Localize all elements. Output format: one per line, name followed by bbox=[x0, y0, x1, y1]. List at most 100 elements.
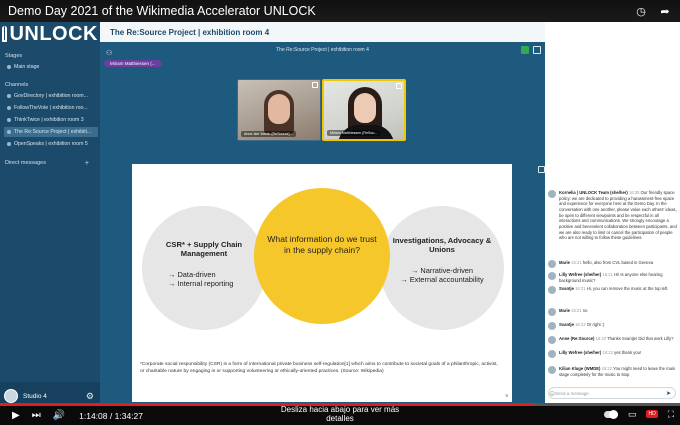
expand-icon[interactable] bbox=[312, 82, 318, 88]
slide-right-points: → Narrative-driven → External accountabi… bbox=[400, 266, 484, 285]
sidebar-item-govdirectory[interactable]: GovDirectory | exhibition room... bbox=[4, 91, 98, 101]
send-icon[interactable]: ➤ bbox=[666, 390, 671, 397]
chat-author[interactable]: Lilly Wefree (she/her) bbox=[559, 350, 601, 355]
sidebar-item-openspeaks[interactable]: OpenSpeaks | exhibition room 5 bbox=[4, 139, 98, 149]
dm-header-label: Direct messages bbox=[5, 160, 46, 166]
chat-message-input[interactable]: ☺ Send a message ➤ bbox=[548, 387, 676, 399]
avatar[interactable] bbox=[548, 260, 556, 268]
fullscreen-icon[interactable] bbox=[538, 166, 545, 173]
chat-author[interactable]: Svantje bbox=[559, 286, 574, 291]
avatar[interactable] bbox=[548, 336, 556, 344]
camera-tile[interactable]: Anne-Iser Maniu (ReSource)... bbox=[237, 79, 321, 141]
avatar[interactable] bbox=[548, 350, 556, 358]
chat-text: Thanks Svantje! Did that work Lilly? bbox=[607, 336, 674, 341]
expand-icon[interactable] bbox=[533, 46, 541, 54]
avatar[interactable] bbox=[548, 366, 556, 374]
emoji-icon[interactable]: ☺ bbox=[548, 389, 556, 398]
avatar[interactable] bbox=[548, 308, 556, 316]
camera-tile-active[interactable]: Miriam Matthiessen (ReSou... bbox=[322, 79, 406, 141]
sidebar-item-thinktwice[interactable]: ThinkTwice | exhibition room 3 bbox=[4, 115, 98, 125]
channel-icon bbox=[7, 94, 11, 98]
chat-text: Or right :) bbox=[586, 322, 605, 327]
signal-icon[interactable] bbox=[521, 46, 529, 54]
slide-left-title: CSR* + Supply Chain Management bbox=[165, 240, 243, 259]
chat-panel: Kornelia | UNLOCK Team (she/her) 16:35 O… bbox=[545, 22, 680, 410]
logo-text: UNLOCK bbox=[9, 22, 98, 45]
chat-message-body: Marie 16:21 hello, also from CVL based i… bbox=[559, 260, 678, 268]
dm-header: Direct messages + bbox=[5, 160, 95, 167]
chat-author[interactable]: Svantje bbox=[559, 322, 574, 327]
slide-circle-center: What information do we trust in the supp… bbox=[254, 188, 390, 324]
chat-message: Kornelia | UNLOCK Team (she/her) 16:35 O… bbox=[548, 190, 678, 241]
avatar[interactable] bbox=[548, 286, 556, 294]
chat-message-body: Svantje 16:22 Or right :) bbox=[559, 322, 678, 330]
sidebar-item-label: ThinkTwice | exhibition room 3 bbox=[14, 117, 84, 123]
gear-icon[interactable]: ⚙ bbox=[86, 391, 94, 402]
chat-message-body: Svantje 16:21 Hi, you can remove the mus… bbox=[559, 286, 678, 294]
chat-timestamp: 16:22 bbox=[602, 350, 613, 355]
chat-timestamp: 16:22 bbox=[595, 336, 607, 341]
chat-author[interactable]: Marie bbox=[559, 260, 570, 265]
next-icon[interactable]: ⏭ bbox=[32, 410, 41, 421]
slide-footnote: *Corporate social responsibility (CSR) i… bbox=[140, 362, 498, 374]
avatar[interactable] bbox=[548, 322, 556, 330]
volume-icon[interactable]: 🔊 bbox=[53, 410, 65, 421]
stage-icon bbox=[7, 65, 11, 69]
stages-header: Stages bbox=[5, 53, 23, 59]
time-total: 1:34:27 bbox=[114, 410, 143, 421]
share-icon[interactable]: ➦ bbox=[658, 4, 672, 18]
slide-center-question: What information do we trust in the supp… bbox=[267, 234, 377, 255]
chat-timestamp: 16:22 bbox=[575, 322, 586, 327]
participant-chip[interactable]: Miriam Matthiessen (... bbox=[104, 60, 162, 67]
chat-author[interactable]: Marie bbox=[559, 308, 570, 313]
participant-face bbox=[354, 93, 376, 123]
channel-icon bbox=[7, 106, 11, 110]
swipe-hint-text: Desliza hacia abajo para ver más detalle… bbox=[280, 405, 400, 423]
presentation-slide: CSR* + Supply Chain Management → Data-dr… bbox=[132, 164, 512, 402]
chat-message: Kilian Kluge (WMDE) 16:22 You might need… bbox=[548, 366, 678, 377]
chat-message-body: Lilly Wefree (she/her) 16:21 Hi! Is anyo… bbox=[559, 272, 678, 283]
avatar[interactable] bbox=[548, 190, 556, 198]
sidebar-item-resource[interactable]: The Re:Source Project | exhibiti... bbox=[4, 127, 98, 137]
chat-message-list[interactable]: Kornelia | UNLOCK Team (she/her) 16:35 O… bbox=[545, 190, 680, 386]
chat-timestamp: 16:22 bbox=[601, 366, 613, 371]
unlock-logo: UNLOCK bbox=[2, 22, 98, 46]
chat-message-body: Kilian Kluge (WMDE) 16:22 You might need… bbox=[559, 366, 678, 377]
sidebar-item-label: FollowTheVote | exhibition roo... bbox=[14, 105, 88, 111]
avatar[interactable] bbox=[4, 389, 18, 403]
autoplay-toggle[interactable] bbox=[603, 410, 618, 419]
chat-author[interactable]: Anne (Re:Source) bbox=[559, 336, 594, 341]
screen: Demo Day 2021 of the Wikimedia Accelerat… bbox=[0, 0, 680, 425]
chat-message: Lilly Wefree (she/her) 16:22 yes thank y… bbox=[548, 350, 678, 358]
stage-bar: ⚇ The Re:Source Project | exhibition roo… bbox=[100, 42, 545, 58]
add-dm-icon[interactable]: + bbox=[85, 160, 89, 167]
sidebar-item-label: Main stage bbox=[14, 64, 40, 70]
chat-text: no bbox=[582, 308, 588, 313]
sidebar-item-followthevote[interactable]: FollowTheVote | exhibition roo... bbox=[4, 103, 98, 113]
chat-text: Our friendly space policy: we are dedica… bbox=[559, 190, 677, 241]
slide-left-points: → Data-driven → Internal reporting bbox=[168, 270, 234, 289]
sidebar-item-label: GovDirectory | exhibition room... bbox=[14, 93, 88, 99]
captions-icon[interactable]: ▭ bbox=[628, 409, 637, 420]
video-right-controls: ▭ HD ⛶ bbox=[603, 409, 674, 420]
sidebar-item-main-stage[interactable]: Main stage bbox=[4, 62, 98, 72]
video-title-bar: Demo Day 2021 of the Wikimedia Accelerat… bbox=[0, 0, 680, 22]
sidebar: UNLOCK Stages Main stage Channels GovDir… bbox=[0, 22, 100, 410]
participant-face bbox=[268, 94, 290, 124]
play-icon[interactable]: ▶ bbox=[12, 410, 20, 421]
chat-timestamp: 16:21 bbox=[571, 308, 582, 313]
sidebar-item-label: The Re:Source Project | exhibiti... bbox=[14, 129, 92, 135]
chat-author[interactable]: Lilly Wefree (she/her) bbox=[559, 272, 601, 277]
video-time: 1:14:08 / 1:34:27 bbox=[79, 410, 143, 421]
chat-timestamp: 16:21 bbox=[571, 260, 582, 265]
camera-label: Anne-Iser Maniu (ReSource)... bbox=[241, 131, 296, 137]
settings-hd-icon[interactable]: HD bbox=[646, 410, 658, 418]
camera-label: Miriam Matthiessen (ReSou... bbox=[327, 130, 381, 136]
avatar[interactable] bbox=[548, 272, 556, 280]
expand-icon[interactable] bbox=[396, 83, 402, 89]
slide-circle-left: CSR* + Supply Chain Management → Data-dr… bbox=[142, 206, 266, 330]
chat-author[interactable]: Kornelia | UNLOCK Team (she/her) bbox=[559, 190, 628, 195]
fullscreen-icon[interactable]: ⛶ bbox=[668, 409, 674, 420]
chat-author[interactable]: Kilian Kluge (WMDE) bbox=[559, 366, 600, 371]
clock-icon[interactable]: ◷ bbox=[634, 4, 648, 18]
